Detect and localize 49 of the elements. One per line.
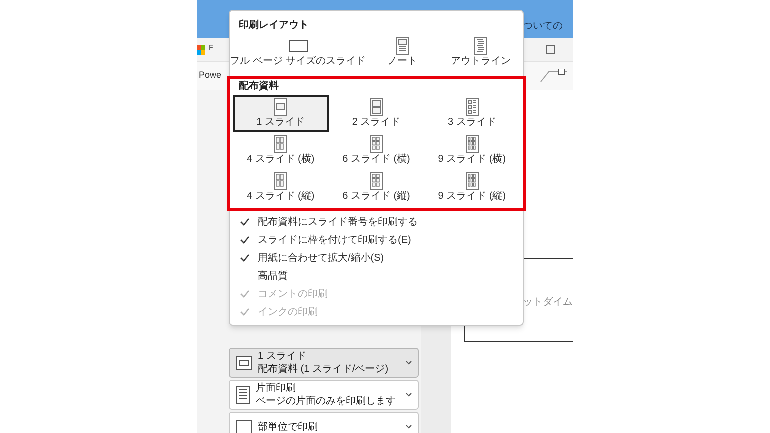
setting-description: 配布資料 (1 スライド/ページ) [258, 363, 390, 376]
page-layout-icon [273, 98, 288, 116]
chevron-down-icon [406, 393, 412, 397]
setting-title: 部単位で印刷 [258, 420, 319, 433]
section-heading: 配布資料 [238, 80, 280, 94]
page-layout-icon [273, 135, 288, 153]
layout-option[interactable]: 6 スライド (縦) [328, 169, 424, 206]
page-layout-icon [368, 98, 384, 116]
document-icon [236, 386, 250, 404]
outline-page-icon [473, 37, 488, 55]
setting-title: 片面印刷 [256, 382, 296, 395]
layout-option[interactable]: 1 スライド [233, 95, 329, 132]
layout-option[interactable]: ノート [363, 34, 442, 71]
menu-option[interactable]: 用紙に合わせて拡大/縮小(S) [258, 250, 384, 266]
page-layout-icon [273, 172, 288, 190]
page-layout-icon [464, 135, 480, 153]
landscape-page-icon [288, 37, 308, 55]
layout-option[interactable]: 6 スライド (横) [328, 132, 424, 169]
menu-option[interactable]: 高品質 [258, 268, 288, 284]
header-text: ついての [523, 20, 563, 34]
ribbon-text: Powe [198, 69, 222, 82]
setting-title: 1 スライド [258, 350, 308, 363]
menu-option[interactable]: スライドに枠を付けて印刷する(E) [258, 232, 412, 248]
app-logo-icon [197, 44, 205, 54]
print-setting-dropdown[interactable]: 片面印刷 ページの片面のみを印刷します [229, 380, 419, 410]
layout-option[interactable]: フル ページ サイズのスライド [233, 34, 363, 71]
menu-option[interactable]: 配布資料にスライド番号を印刷する [258, 214, 418, 230]
layout-option[interactable]: アウトライン [442, 34, 520, 71]
chevron-down-icon [406, 425, 412, 429]
maximize-icon [546, 45, 555, 54]
layout-option[interactable]: 4 スライド (横) [233, 132, 329, 169]
page-layout-icon [464, 172, 480, 190]
print-setting-dropdown[interactable]: 部単位で印刷 [229, 412, 419, 433]
resize-handle-icon [539, 69, 569, 83]
page-layout-icon [464, 98, 480, 116]
setting-description: ページの片面のみを印刷します [256, 395, 397, 408]
layout-option[interactable]: 9 スライド (縦) [424, 169, 520, 206]
section-heading: 印刷レイアウト [238, 18, 310, 33]
chevron-down-icon [406, 361, 412, 365]
page-layout-icon [368, 135, 384, 153]
slide-text: ットダイム [523, 297, 573, 308]
print-setting-dropdown[interactable]: 1 スライド 配布資料 (1 スライド/ページ) [229, 348, 419, 378]
page-layout-icon [368, 172, 384, 190]
notes-page-icon [394, 37, 410, 55]
layout-option[interactable]: 4 スライド (縦) [233, 169, 329, 206]
layout-option[interactable]: 3 スライド [424, 95, 520, 132]
layout-option[interactable]: 2 スライド [328, 95, 424, 132]
layout-option[interactable]: 9 スライド (横) [424, 132, 520, 169]
slide-icon [236, 356, 252, 370]
